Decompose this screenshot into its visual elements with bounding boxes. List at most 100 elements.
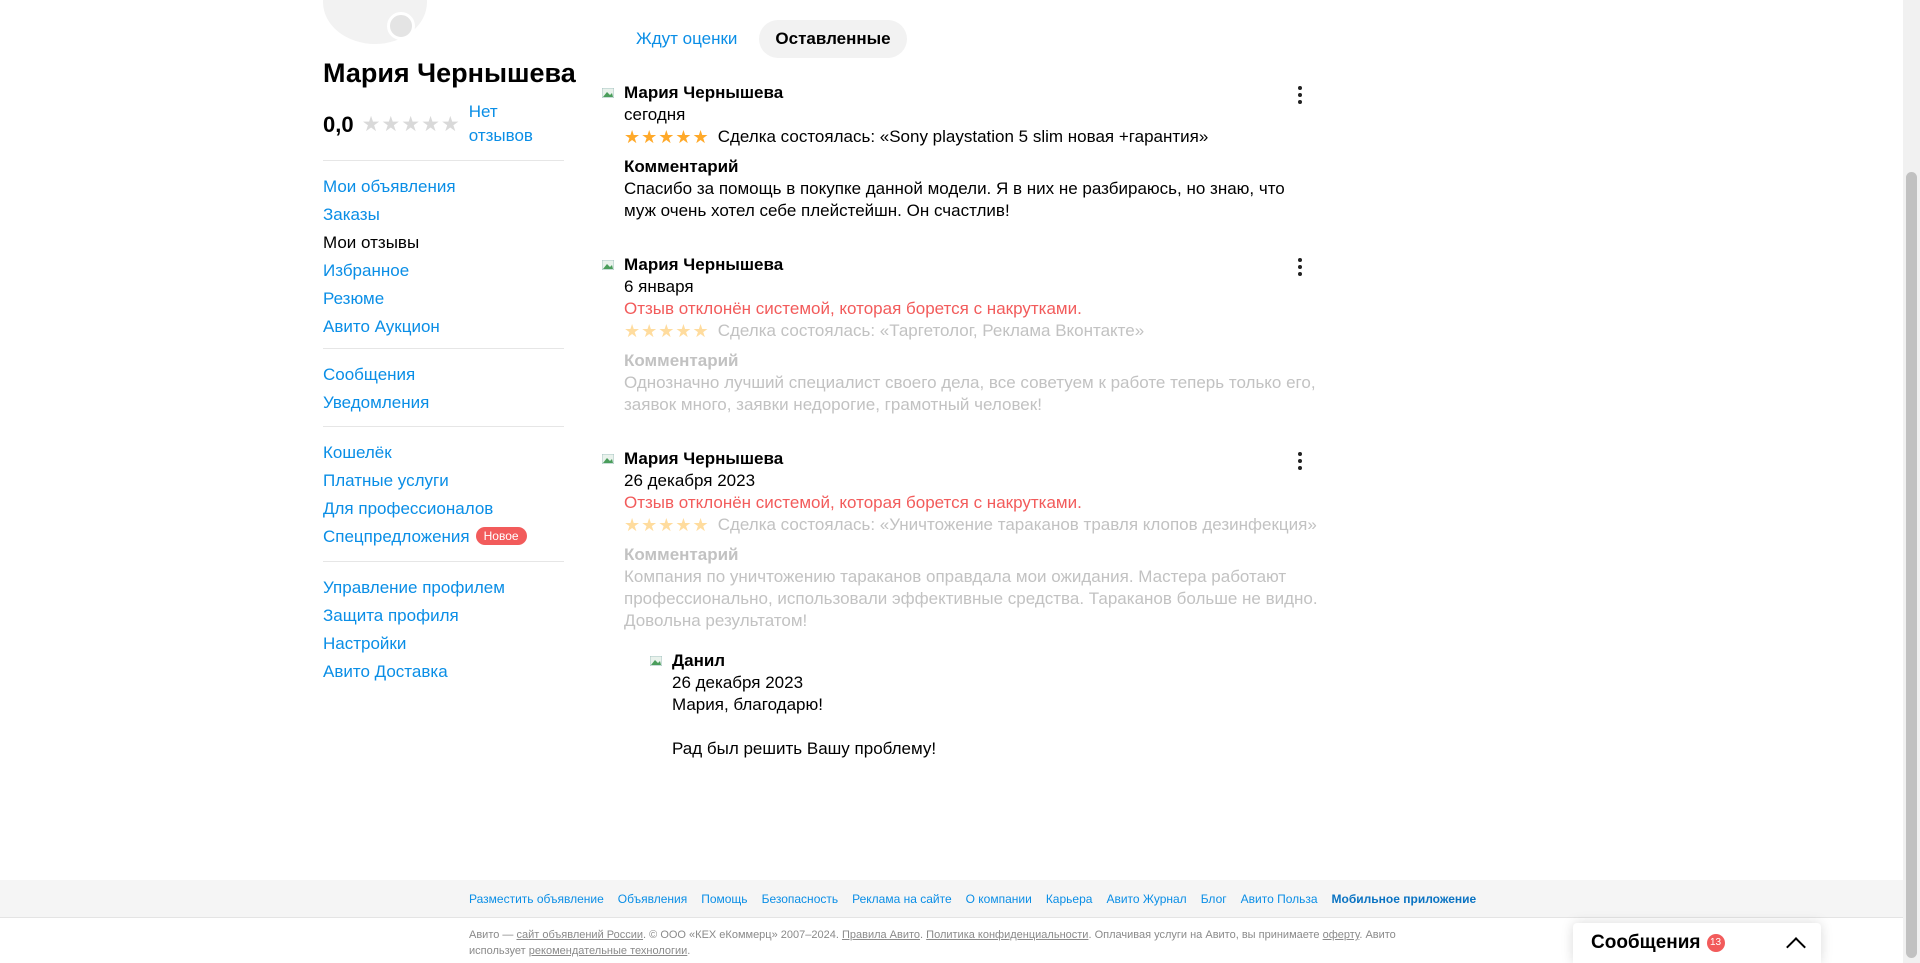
review-deal: Сделка состоялась: «Уничтожение таракано… bbox=[717, 515, 1317, 534]
more-options-icon[interactable] bbox=[1290, 256, 1310, 278]
nav-group-communication: Сообщения Уведомления bbox=[323, 348, 564, 425]
footer-link-mobile-app[interactable]: Мобильное приложение bbox=[1332, 892, 1477, 906]
footer-links: Разместить объявление Объявления Помощь … bbox=[0, 880, 1903, 918]
reply-date: 26 декабря 2023 bbox=[672, 673, 804, 692]
replier-avatar bbox=[648, 652, 665, 669]
messages-widget[interactable]: Сообщения 13 bbox=[1573, 923, 1821, 963]
review-date: 6 января bbox=[624, 277, 694, 296]
sidebar-item-special-offers-row: Спецпредложения Новое bbox=[323, 523, 564, 551]
review-comment: Спасибо за помощь в покупке данной модел… bbox=[624, 179, 1285, 220]
new-badge: Новое bbox=[475, 527, 527, 545]
sidebar-item-profile-protection[interactable]: Защита профиля bbox=[323, 602, 564, 630]
scrollbar-thumb[interactable] bbox=[1906, 172, 1917, 958]
review-deal-row: ★★★★★ Сделка состоялась: «Таргетолог, Ре… bbox=[624, 320, 1320, 342]
seller-reply: Данил 26 декабря 2023 Мария, благодарю! … bbox=[648, 650, 1248, 760]
footer-link-security[interactable]: Безопасность bbox=[762, 892, 839, 906]
footer-link-help[interactable]: Помощь bbox=[701, 892, 747, 906]
review-rejected-notice: Отзыв отклонён системой, которая борется… bbox=[624, 299, 1082, 318]
broken-image-icon bbox=[650, 656, 662, 666]
tab-pending[interactable]: Ждут оценки bbox=[620, 20, 753, 58]
legal-link-rules[interactable]: Правила Авито bbox=[842, 929, 920, 941]
review-comment-title: Комментарий bbox=[624, 351, 739, 370]
review-deal-row: ★★★★★ Сделка состоялась: «Уничтожение та… bbox=[624, 514, 1320, 536]
legal-text: Авито — bbox=[469, 929, 517, 941]
sidebar-item-orders[interactable]: Заказы bbox=[323, 201, 564, 229]
legal-link-privacy[interactable]: Политика конфиденциальности bbox=[926, 929, 1088, 941]
footer-link-advertising[interactable]: Реклама на сайте bbox=[852, 892, 952, 906]
avatar-dot bbox=[387, 12, 415, 40]
review-comment-title: Комментарий bbox=[624, 545, 739, 564]
footer-link-ads[interactable]: Объявления bbox=[618, 892, 687, 906]
more-options-icon[interactable] bbox=[1290, 84, 1310, 106]
sidebar-item-settings[interactable]: Настройки bbox=[323, 630, 564, 658]
profile-name: Мария Чернышева bbox=[323, 58, 576, 88]
footer-link-career[interactable]: Карьера bbox=[1046, 892, 1093, 906]
legal-text: . Оплачивая услуги на Авито, вы принимае… bbox=[1088, 929, 1323, 941]
nav-group-profile: Управление профилем Защита профиля Настр… bbox=[323, 561, 564, 686]
review-author: Мария Чернышева bbox=[624, 449, 784, 468]
review-date: 26 декабря 2023 bbox=[624, 471, 756, 490]
rating-stars-icon: ★★★★★ bbox=[361, 113, 461, 136]
page-scrollbar[interactable] bbox=[1903, 0, 1920, 963]
review-item: Мария Чернышева сегодня ★★★★★ Сделка сос… bbox=[600, 82, 1320, 222]
legal-text: . bbox=[687, 945, 691, 957]
sidebar-item-paid-services[interactable]: Платные услуги bbox=[323, 467, 564, 495]
review-rejected-notice: Отзыв отклонён системой, которая борется… bbox=[624, 493, 1082, 512]
review-deal-row: ★★★★★ Сделка состоялась: «Sony playstati… bbox=[624, 126, 1320, 148]
sidebar-item-my-ads[interactable]: Мои объявления bbox=[323, 173, 564, 201]
footer-link-about[interactable]: О компании bbox=[966, 892, 1032, 906]
chevron-up-icon[interactable] bbox=[1786, 937, 1806, 957]
messages-widget-label: Сообщения bbox=[1591, 932, 1701, 953]
footer-link-journal[interactable]: Авито Журнал bbox=[1106, 892, 1186, 906]
nav-group-services: Кошелёк Платные услуги Для профессионало… bbox=[323, 426, 564, 561]
sidebar-item-profile-management[interactable]: Управление профилем bbox=[323, 574, 564, 602]
sidebar-item-messages[interactable]: Сообщения bbox=[323, 361, 564, 389]
more-options-icon[interactable] bbox=[1290, 450, 1310, 472]
review-comment-title: Комментарий bbox=[624, 157, 739, 176]
rating-value: 0,0 bbox=[323, 112, 354, 137]
legal-text: . © ООО «КЕХ еКоммерц» 2007–2024. bbox=[643, 929, 842, 941]
footer-link-benefit[interactable]: Авито Польза bbox=[1241, 892, 1318, 906]
review-tabs: Ждут оценки Оставленные bbox=[620, 20, 907, 58]
legal-link-offer[interactable]: оферту bbox=[1323, 929, 1360, 941]
sidebar-item-pro[interactable]: Для профессионалов bbox=[323, 495, 564, 523]
reply-line-1: Мария, благодарю! bbox=[672, 695, 823, 714]
messages-count-badge: 13 bbox=[1706, 934, 1725, 952]
review-author: Мария Чернышева bbox=[624, 83, 784, 102]
reviewer-avatar bbox=[600, 84, 617, 101]
broken-image-icon bbox=[602, 454, 614, 464]
reviewer-avatar bbox=[600, 450, 617, 467]
review-item: Мария Чернышева 26 декабря 2023 Отзыв от… bbox=[600, 448, 1320, 632]
review-author: Мария Чернышева bbox=[624, 255, 784, 274]
rating-row: 0,0 ★★★★★ Нет отзывов bbox=[323, 100, 549, 148]
legal-link-recommendations[interactable]: рекомендательные технологии bbox=[529, 945, 688, 957]
rating-stars-icon: ★★★★★ bbox=[624, 515, 710, 535]
sidebar-item-favorites[interactable]: Избранное bbox=[323, 257, 564, 285]
sidebar-item-resume[interactable]: Резюме bbox=[323, 285, 564, 313]
review-comment: Однозначно лучший специалист своего дела… bbox=[624, 373, 1316, 414]
broken-image-icon bbox=[602, 260, 614, 270]
sidebar-item-notifications[interactable]: Уведомления bbox=[323, 389, 564, 417]
nav-group-main: Мои объявления Заказы Мои отзывы Избранн… bbox=[323, 160, 564, 336]
footer-link-blog[interactable]: Блог bbox=[1201, 892, 1227, 906]
no-reviews-link[interactable]: Нет отзывов bbox=[469, 100, 549, 148]
review-deal: Сделка состоялась: «Sony playstation 5 s… bbox=[717, 127, 1209, 146]
sidebar-item-my-reviews[interactable]: Мои отзывы bbox=[323, 229, 564, 257]
sidebar-item-auction[interactable]: Авито Аукцион bbox=[323, 313, 564, 341]
tab-left[interactable]: Оставленные bbox=[759, 20, 907, 58]
footer-legal: Авито — сайт объявлений России. © ООО «К… bbox=[0, 918, 1420, 959]
footer-link-post-ad[interactable]: Разместить объявление bbox=[469, 892, 604, 906]
rating-stars-icon: ★★★★★ bbox=[624, 127, 710, 147]
avatar[interactable] bbox=[323, 0, 427, 44]
reply-line-2: Рад был решить Вашу проблему! bbox=[672, 739, 937, 758]
sidebar-item-delivery[interactable]: Авито Доставка bbox=[323, 658, 564, 686]
review-comment: Компания по уничтожению тараканов оправд… bbox=[624, 567, 1318, 630]
review-item: Мария Чернышева 6 января Отзыв отклонён … bbox=[600, 254, 1320, 416]
review-date: сегодня bbox=[624, 105, 686, 124]
reply-author: Данил bbox=[672, 651, 726, 670]
review-deal: Сделка состоялась: «Таргетолог, Реклама … bbox=[717, 321, 1145, 340]
reviewer-avatar bbox=[600, 256, 617, 273]
sidebar-item-wallet[interactable]: Кошелёк bbox=[323, 439, 564, 467]
sidebar-item-special-offers[interactable]: Спецпредложения bbox=[323, 527, 470, 546]
legal-link-site[interactable]: сайт объявлений России bbox=[516, 929, 643, 941]
